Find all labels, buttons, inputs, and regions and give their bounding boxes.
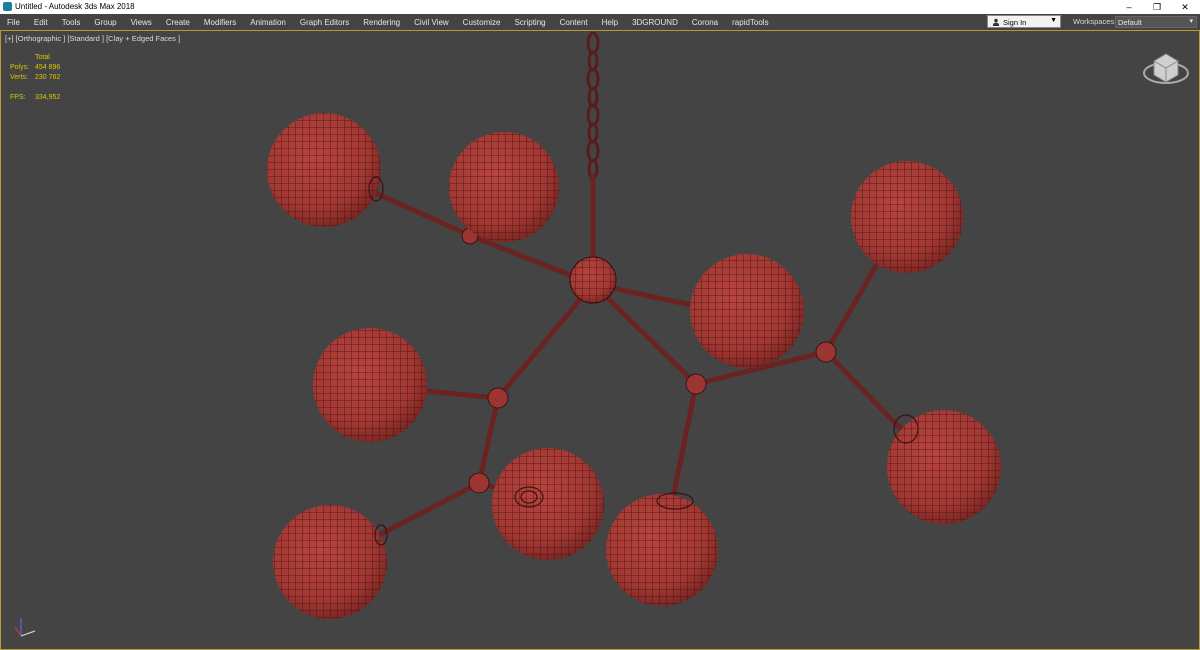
menu-edit[interactable]: Edit (27, 18, 55, 27)
workspaces-value: Default (1118, 18, 1142, 27)
menu-corona[interactable]: Corona (685, 18, 725, 27)
globe-8 (606, 494, 718, 606)
menu-graph-editors[interactable]: Graph Editors (293, 18, 356, 27)
menu-rapidtools[interactable]: rapidTools (725, 18, 775, 27)
globe-1 (267, 113, 381, 227)
menu-civil-view[interactable]: Civil View (407, 18, 456, 27)
menu-bar: File Edit Tools Group Views Create Modif… (0, 14, 1200, 30)
menu-3dground[interactable]: 3DGROUND (625, 18, 685, 27)
viewcube-icon[interactable] (1143, 53, 1189, 84)
menu-scripting[interactable]: Scripting (507, 18, 552, 27)
workspaces-dropdown[interactable]: Default ▾ (1115, 16, 1197, 28)
menu-rendering[interactable]: Rendering (356, 18, 407, 27)
menu-group[interactable]: Group (87, 18, 123, 27)
menu-content[interactable]: Content (553, 18, 595, 27)
sign-in-label: Sign In (1003, 18, 1027, 27)
app-icon (3, 2, 12, 11)
sign-in-button[interactable]: Sign In ▼ (987, 15, 1061, 28)
globe-4 (690, 254, 804, 368)
globe-5 (313, 328, 427, 442)
globe-6 (887, 410, 1001, 524)
globe-2 (449, 132, 559, 242)
menu-create[interactable]: Create (159, 18, 197, 27)
menu-views[interactable]: Views (124, 18, 159, 27)
globe-7 (492, 448, 604, 560)
menu-animation[interactable]: Animation (243, 18, 293, 27)
window-title: Untitled - Autodesk 3ds Max 2018 (15, 2, 135, 11)
menu-customize[interactable]: Customize (456, 18, 508, 27)
chevron-down-icon: ▾ (1189, 18, 1193, 25)
restore-button[interactable]: ❐ (1143, 0, 1171, 14)
menu-tools[interactable]: Tools (55, 18, 88, 27)
axis-tripod-icon (14, 618, 36, 637)
menu-file[interactable]: File (0, 18, 27, 27)
menu-help[interactable]: Help (595, 18, 625, 27)
chevron-down-icon: ▼ (1050, 17, 1057, 24)
user-icon (992, 18, 1000, 26)
minimize-button[interactable]: – (1115, 0, 1143, 14)
perspective-viewport[interactable]: [+] [Orthographic ] [Standard ] [Clay + … (0, 30, 1200, 650)
title-bar: Untitled - Autodesk 3ds Max 2018 – ❐ ✕ (0, 0, 1200, 14)
chain (586, 31, 600, 180)
close-button[interactable]: ✕ (1171, 0, 1199, 14)
globe-3 (851, 161, 963, 273)
menu-modifiers[interactable]: Modifiers (197, 18, 243, 27)
workspaces-label: Workspaces: (1073, 17, 1117, 26)
scene-render[interactable] (1, 31, 1199, 649)
globe-9 (273, 505, 387, 619)
